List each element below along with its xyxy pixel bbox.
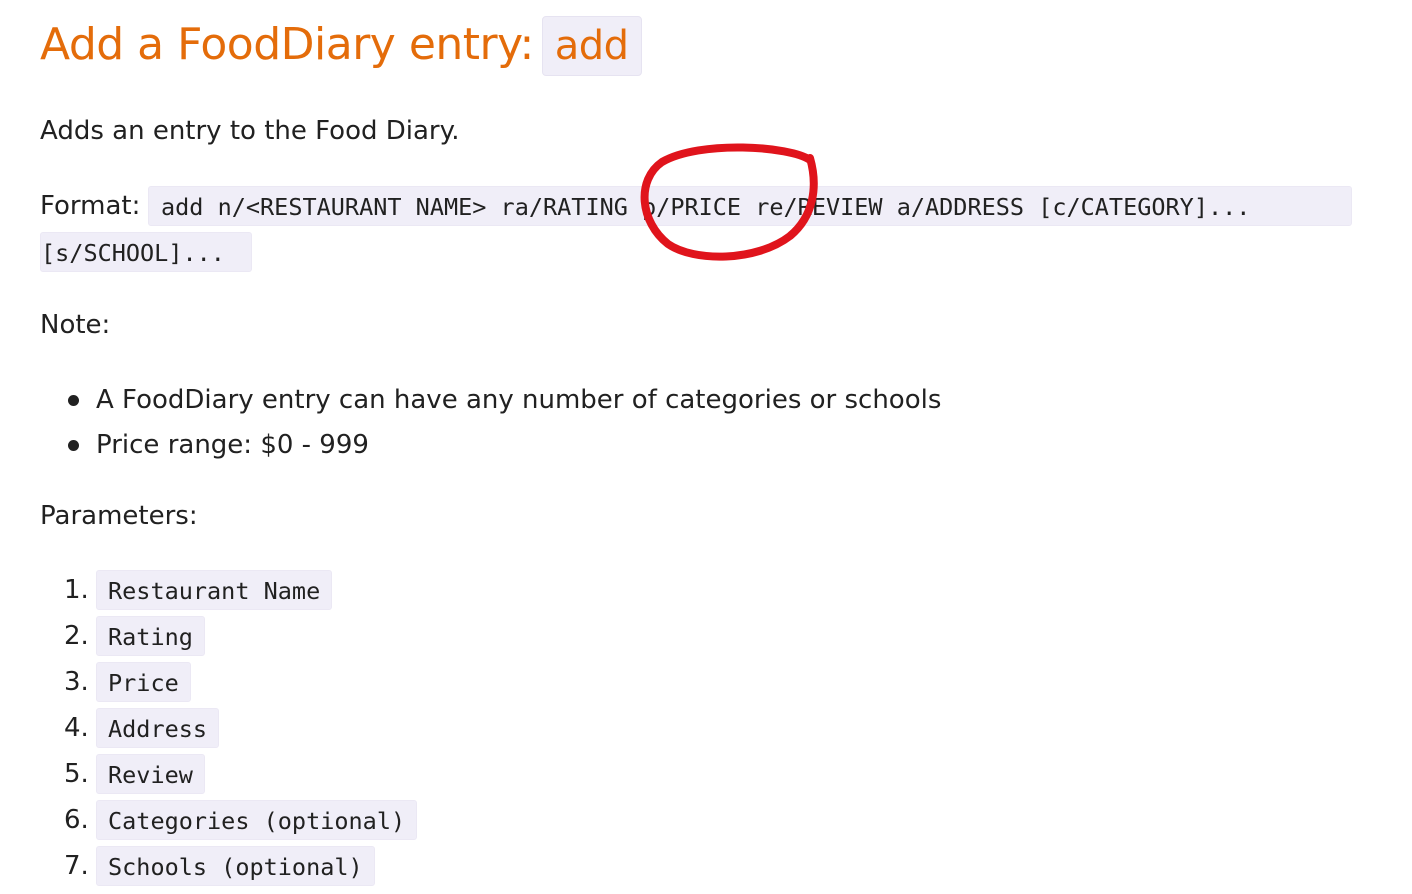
parameter-code: Price: [96, 662, 191, 702]
parameter-code: Categories (optional): [96, 800, 418, 840]
list-item: Price range: $0 - 999: [40, 423, 941, 468]
notes-list: A FoodDiary entry can have any number of…: [40, 378, 941, 468]
bullet-icon: [68, 440, 79, 451]
list-number: 3.: [64, 667, 89, 697]
parameter-code: Rating: [96, 616, 205, 656]
intro-text: Adds an entry to the Food Diary.: [40, 116, 460, 146]
parameter-code: Review: [96, 754, 205, 794]
note-label: Note:: [40, 310, 111, 340]
list-number: 7.: [64, 851, 89, 881]
list-number: 4.: [64, 713, 89, 743]
page-title-command-code: add: [541, 16, 642, 76]
format-line: Format: add n/<RESTAURANT NAME> ra/RATIN…: [40, 186, 1380, 226]
list-number: 6.: [64, 805, 89, 835]
list-number: 5.: [64, 759, 89, 789]
page-title-text: Add a FoodDiary entry:: [40, 19, 534, 70]
note-text: A FoodDiary entry can have any number of…: [96, 385, 942, 415]
page-title: Add a FoodDiary entry: add: [40, 14, 642, 76]
parameter-code: Address: [96, 708, 220, 748]
parameter-code: Restaurant Name: [96, 570, 333, 610]
parameter-code: Schools (optional): [96, 846, 375, 886]
note-text: Price range: $0 - 999: [96, 430, 369, 460]
parameters-label: Parameters:: [40, 501, 198, 531]
list-number: 2.: [64, 621, 89, 651]
bullet-icon: [68, 395, 79, 406]
list-number: 1.: [64, 575, 89, 605]
list-item: A FoodDiary entry can have any number of…: [40, 378, 941, 423]
format-command-code-continued: [s/SCHOOL]...: [40, 232, 252, 272]
format-label: Format:: [40, 191, 141, 221]
format-command-code: add n/<RESTAURANT NAME> ra/RATING p/PRIC…: [148, 186, 1352, 226]
